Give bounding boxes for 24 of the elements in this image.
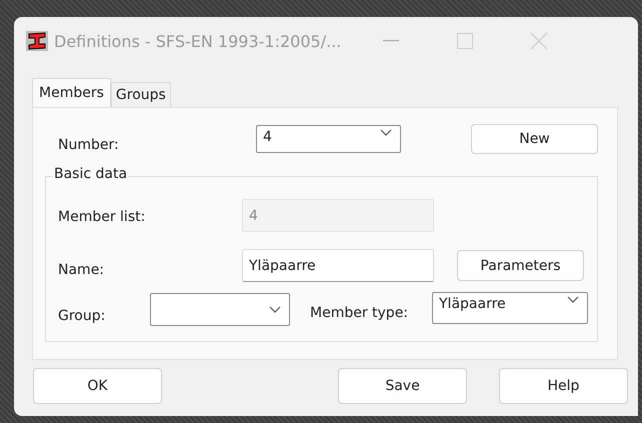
group-dropdown[interactable]: [150, 293, 290, 326]
parameters-button[interactable]: Parameters: [457, 250, 584, 281]
chevron-down-icon: [269, 306, 281, 313]
member-type-dropdown[interactable]: Yläpaarre: [432, 292, 588, 324]
dialog-button[interactable]: Save: [338, 368, 467, 404]
window-title: Definitions - SFS-EN 1993-1:2005/...: [54, 32, 342, 50]
field-label: Name:: [58, 262, 106, 278]
name-field[interactable]: Yläpaarre: [242, 249, 434, 282]
steel-beam-icon: [26, 31, 48, 51]
close-icon[interactable]: [530, 32, 548, 50]
minimize-icon[interactable]: [383, 40, 399, 42]
field-label: Number:: [58, 137, 120, 153]
new-button[interactable]: New: [471, 124, 598, 154]
chevron-down-icon: [380, 129, 392, 136]
field-label: Group:: [58, 308, 106, 324]
field-label: Member list:: [58, 209, 146, 225]
number-dropdown[interactable]: 4: [256, 125, 401, 153]
field-label: Member type:: [310, 304, 410, 320]
dialog-button[interactable]: OK: [33, 368, 162, 404]
chevron-down-icon: [567, 296, 579, 302]
maximize-icon[interactable]: [457, 33, 473, 49]
tab[interactable]: Groups: [110, 82, 171, 107]
dialog-button[interactable]: Help: [499, 368, 628, 404]
tab[interactable]: Members: [32, 78, 111, 107]
